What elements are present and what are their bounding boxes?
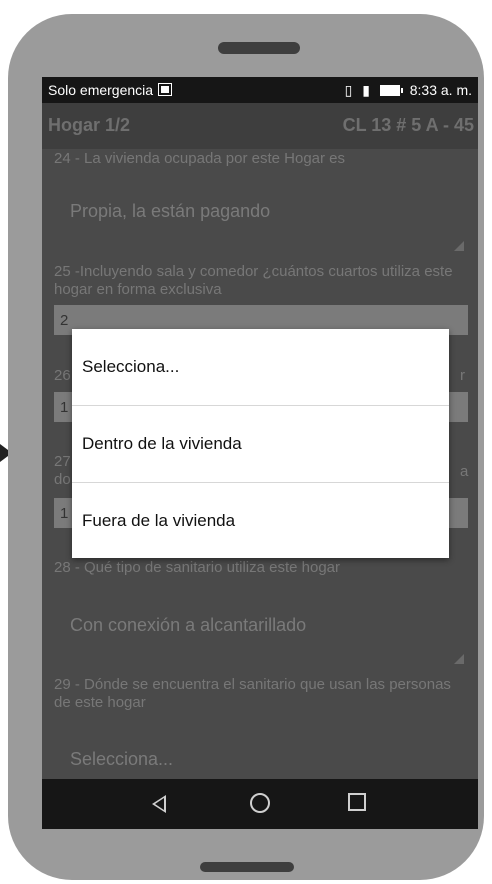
address-text: CL 13 # 5 A - 45 xyxy=(342,115,474,135)
spinner-corner-icon xyxy=(454,241,464,251)
spinner-corner-icon xyxy=(454,654,464,664)
dialog-option-inside[interactable]: Dentro de la vivienda xyxy=(72,406,449,483)
question-24-spinner[interactable]: Propia, la están pagando xyxy=(70,201,270,222)
phone-screen: Solo emergencia ▯ ▮ 8:33 a. m. Hogar 1/2… xyxy=(42,77,478,829)
phone-speaker xyxy=(218,42,300,54)
question-25-label: 25 -Incluyendo sala y comedor ¿cuántos c… xyxy=(54,263,453,298)
question-29-label: 29 - Dónde se encuentra el sanitario que… xyxy=(54,676,451,711)
household-title: Hogar 1/2 xyxy=(48,115,131,135)
notification-icon xyxy=(158,83,173,96)
question-28-label: 28 - Qué tipo de sanitario utiliza este … xyxy=(54,559,341,576)
dialog-option-select[interactable]: Selecciona... xyxy=(72,329,449,406)
battery-icon xyxy=(379,85,403,96)
no-sim-icon: ▮ xyxy=(362,82,370,98)
question-27-label-line2: do xyxy=(54,471,71,488)
navigation-bar xyxy=(42,779,478,829)
question-24-label: 24 - La vivienda ocupada por este Hogar … xyxy=(54,150,346,167)
question-27-label: 27 xyxy=(54,453,71,470)
carrier-text: Solo emergencia xyxy=(48,82,154,98)
question-26-label-end: r xyxy=(460,367,465,384)
home-icon[interactable] xyxy=(250,793,270,813)
recents-icon[interactable] xyxy=(348,793,366,811)
clock-text: 8:33 a. m. xyxy=(409,82,472,98)
app-header: Hogar 1/2 CL 13 # 5 A - 45 xyxy=(42,103,478,149)
vibrate-icon: ▯ xyxy=(344,82,353,98)
question-28-spinner[interactable]: Con conexión a alcantarillado xyxy=(70,615,306,636)
phone-bottom-pill xyxy=(200,862,294,872)
status-bar: Solo emergencia ▯ ▮ 8:33 a. m. xyxy=(42,77,478,103)
options-dialog: Selecciona... Dentro de la vivienda Fuer… xyxy=(72,329,449,558)
question-27-label-end: a xyxy=(460,463,469,480)
question-26-label: 26 xyxy=(54,367,71,384)
back-icon[interactable] xyxy=(152,795,166,813)
question-29-spinner[interactable]: Selecciona... xyxy=(70,749,173,770)
dialog-option-outside[interactable]: Fuera de la vivienda xyxy=(72,483,449,559)
